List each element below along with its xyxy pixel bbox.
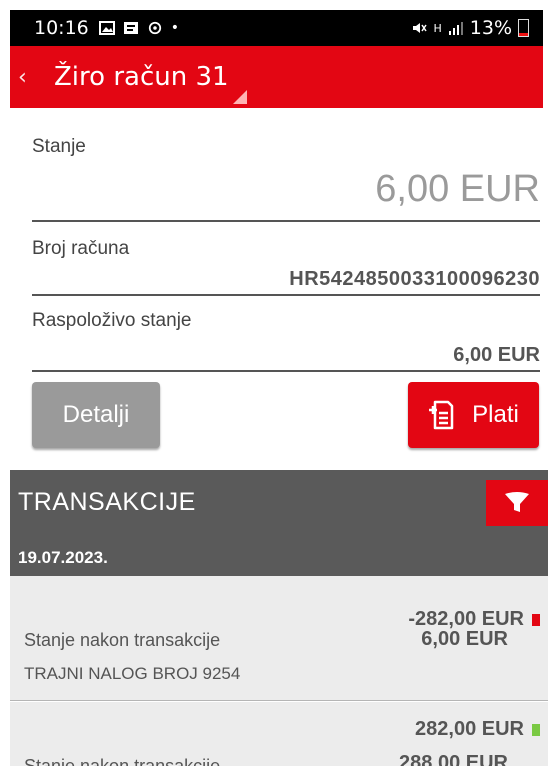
available-balance-value: 6,00 EUR xyxy=(453,344,540,366)
transaction-row[interactable]: -282,00 EUR Stanje nakon transakcije 6,0… xyxy=(10,576,548,701)
system-icons: H 13% xyxy=(411,17,529,39)
pay-button-label: Plati xyxy=(472,401,519,428)
pay-button[interactable]: Plati xyxy=(408,382,539,448)
sync-icon xyxy=(148,21,161,35)
credit-marker-icon xyxy=(532,724,540,736)
mute-icon xyxy=(413,23,428,33)
transaction-amount: 282,00 EUR xyxy=(415,718,524,740)
transactions-header: TRANSAKCIJE 19.07.2023. xyxy=(10,470,548,576)
account-number-label: Broj računa xyxy=(32,238,130,259)
filter-button[interactable] xyxy=(486,480,548,526)
balance-label: Stanje xyxy=(32,136,86,157)
transactions-title: TRANSAKCIJE xyxy=(18,488,196,516)
transaction-description: TRAJNI NALOG BROJ 9254 xyxy=(24,664,241,683)
transactions-date: 19.07.2023. xyxy=(18,548,108,567)
balance-after-value: 6,00 EUR xyxy=(421,628,508,650)
details-button-label: Detalji xyxy=(62,401,130,428)
dropdown-corner-icon xyxy=(232,90,247,104)
transaction-row[interactable]: 282,00 EUR Stanje nakon transakcije 288,… xyxy=(10,702,548,766)
balance-after-label: Stanje nakon transakcije xyxy=(24,756,221,766)
account-number-field: Broj računa HR5424850033100096230 xyxy=(32,238,540,296)
details-button[interactable]: Detalji xyxy=(32,382,160,448)
document-add-icon xyxy=(429,400,454,430)
dot-icon: • xyxy=(170,20,180,36)
gallery-icon xyxy=(98,21,115,35)
available-balance-field: Raspoloživo stanje 6,00 EUR xyxy=(32,310,540,372)
available-balance-label: Raspoloživo stanje xyxy=(32,310,192,331)
debit-marker-icon xyxy=(532,614,540,626)
chevron-left-icon[interactable]: ‹ xyxy=(18,65,32,90)
funnel-icon xyxy=(505,492,529,512)
account-selector[interactable]: Žiro račun 31 xyxy=(54,62,247,104)
signal-icon xyxy=(448,22,463,35)
balance-after-label: Stanje nakon transakcije xyxy=(24,630,221,650)
notification-icons: • xyxy=(98,20,180,36)
app-bar: ‹ Žiro račun 31 xyxy=(10,46,543,108)
battery-percent: 13% xyxy=(469,17,512,39)
account-title: Žiro račun 31 xyxy=(54,62,229,92)
message-icon xyxy=(123,22,138,34)
balance-after-value: 288,00 EUR xyxy=(399,752,508,766)
status-bar: 10:16 • H 13% xyxy=(10,10,543,46)
screen: 10:16 • H 13% ‹ Žiro račun 31 Stanje 6,0… xyxy=(0,0,551,766)
network-type: H xyxy=(433,21,442,35)
account-number-value: HR5424850033100096230 xyxy=(289,268,540,290)
status-time: 10:16 xyxy=(34,17,89,39)
balance-value: 6,00 EUR xyxy=(375,168,540,210)
balance-field: Stanje 6,00 EUR xyxy=(32,136,540,222)
battery-icon xyxy=(518,19,529,37)
